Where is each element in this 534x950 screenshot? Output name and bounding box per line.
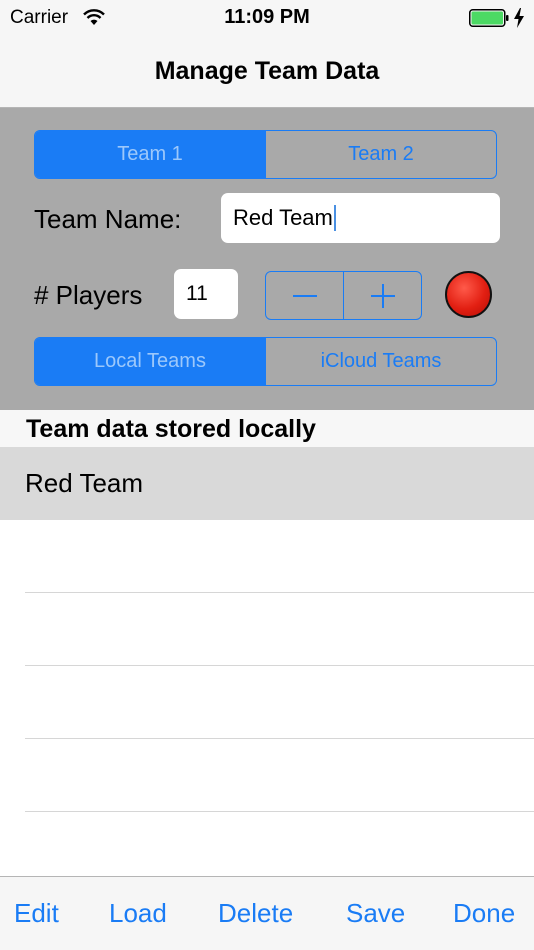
bottom-toolbar: Edit Load Delete Save Done: [0, 876, 534, 950]
team-name-label: Team Name:: [34, 204, 182, 234]
edit-button[interactable]: Edit: [14, 898, 59, 929]
players-stepper: [265, 271, 422, 320]
navigation-bar: Manage Team Data: [0, 36, 534, 108]
empty-table-row: [25, 593, 534, 666]
team-row-label: Red Team: [25, 468, 144, 498]
section-title: Team data stored locally: [26, 415, 316, 443]
team-name-input[interactable]: Red Team: [221, 193, 500, 243]
table-row[interactable]: Red Team: [0, 447, 534, 520]
segment-icloud-teams[interactable]: iCloud Teams: [265, 338, 496, 385]
segment-team-1[interactable]: Team 1: [35, 131, 265, 178]
done-button[interactable]: Done: [453, 898, 515, 929]
segment-local-teams[interactable]: Local Teams: [35, 338, 265, 385]
page-title: Manage Team Data: [154, 57, 380, 85]
delete-button[interactable]: Delete: [218, 898, 293, 929]
storage-segmented-control: Local Teams iCloud Teams: [34, 337, 497, 386]
segment-team-2[interactable]: Team 2: [265, 131, 496, 178]
empty-table-row: [25, 520, 534, 593]
status-bar: Carrier 11:09 PM: [0, 0, 534, 36]
team-segmented-control: Team 1 Team 2: [34, 130, 497, 179]
text-cursor: [333, 205, 336, 231]
section-header: Team data stored locally: [0, 410, 534, 447]
players-label: # Players: [34, 280, 143, 310]
battery-icon: [469, 9, 509, 27]
teams-table: Red Team: [0, 447, 534, 812]
team-name-value: Red Team: [233, 205, 333, 230]
plus-icon: [370, 283, 395, 308]
increment-button[interactable]: [343, 272, 421, 319]
empty-table-row: [25, 739, 534, 812]
load-button[interactable]: Load: [109, 898, 167, 929]
clock: 11:09 PM: [224, 6, 310, 28]
minus-icon: [292, 294, 317, 297]
players-count-value: 11: [186, 282, 208, 305]
team-settings-panel: Team 1 Team 2 Team Name: Red Team # Play…: [0, 108, 534, 410]
team-color-button[interactable]: [445, 271, 492, 318]
decrement-button[interactable]: [266, 272, 343, 319]
save-button[interactable]: Save: [346, 898, 405, 929]
players-count-input[interactable]: 11: [174, 269, 238, 319]
charging-bolt-icon: [514, 8, 524, 28]
empty-table-row: [25, 666, 534, 739]
